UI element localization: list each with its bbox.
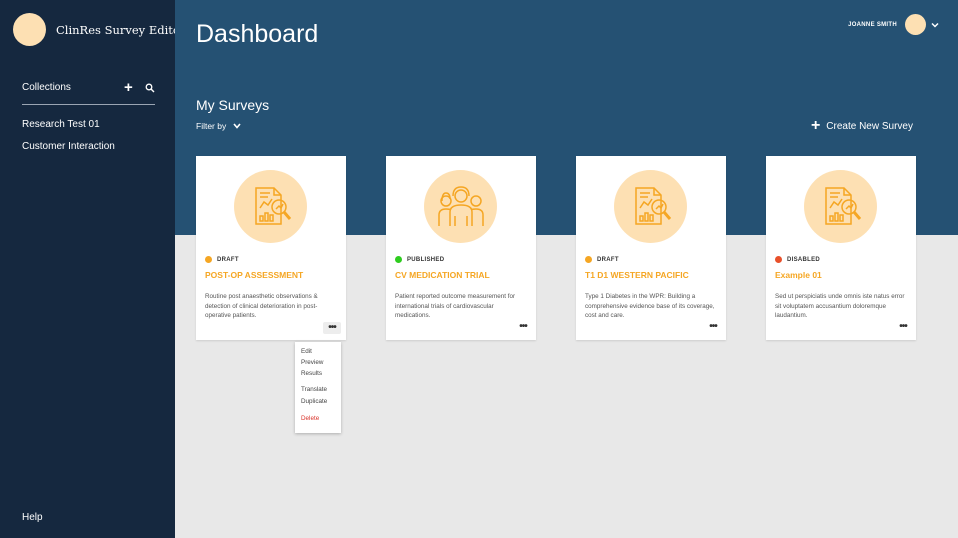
create-survey-button[interactable]: + Create New Survey	[810, 117, 913, 134]
status-dot	[205, 256, 212, 263]
card-more-button[interactable]: •••	[515, 322, 531, 332]
chevron-down-icon[interactable]	[931, 21, 939, 29]
app-name: ClinRes Survey Editor	[56, 22, 186, 37]
status-label: DISABLED	[787, 256, 821, 263]
collections-label: Collections	[22, 82, 71, 93]
page-title: Dashboard	[196, 20, 319, 48]
collections-header: Collections +	[22, 80, 155, 105]
survey-card[interactable]: DRAFT POST-OP ASSESSMENT Routine post an…	[196, 156, 346, 340]
more-horizontal-icon: •••	[519, 321, 527, 332]
status-dot	[775, 256, 782, 263]
survey-card[interactable]: PUBLISHED CV MEDICATION TRIAL Patient re…	[386, 156, 536, 340]
menu-item-translate[interactable]: Translate	[301, 386, 327, 393]
more-horizontal-icon: •••	[328, 322, 336, 333]
report-magnifier-icon	[234, 170, 307, 243]
app-logo[interactable]: ClinRes Survey Editor	[13, 13, 185, 46]
card-more-button[interactable]: •••	[705, 322, 721, 332]
card-title: Example 01	[775, 270, 822, 280]
status-badge: DRAFT	[205, 256, 239, 263]
card-title: CV MEDICATION TRIAL	[395, 270, 490, 280]
status-dot	[585, 256, 592, 263]
sidebar-item-customer-interaction[interactable]: Customer Interaction	[22, 141, 115, 152]
status-label: DRAFT	[217, 256, 239, 263]
survey-card[interactable]: DISABLED Example 01 Sed ut perspiciatis …	[766, 156, 916, 340]
card-more-button[interactable]: •••	[895, 322, 911, 332]
logo-icon	[13, 13, 46, 46]
status-badge: DISABLED	[775, 256, 820, 263]
status-badge: DRAFT	[585, 256, 619, 263]
people-group-icon	[424, 170, 497, 243]
filter-label: Filter by	[196, 121, 227, 131]
section-title: My Surveys	[196, 97, 270, 113]
card-description: Type 1 Diabetes in the WPR: Building a c…	[585, 293, 715, 319]
status-badge: PUBLISHED	[395, 256, 444, 263]
status-dot	[395, 256, 402, 263]
card-description: Sed ut perspiciatis unde omnis iste natu…	[775, 293, 905, 319]
card-title: T1 D1 WESTERN PACIFIC	[585, 270, 689, 280]
menu-item-preview[interactable]: Preview	[301, 359, 323, 366]
user-name: JOANNE SMITH	[848, 21, 897, 28]
report-magnifier-icon	[804, 170, 877, 243]
card-description: Routine post anaesthetic observations & …	[205, 293, 318, 319]
more-horizontal-icon: •••	[709, 321, 717, 332]
menu-item-delete[interactable]: Delete	[301, 415, 319, 422]
menu-item-duplicate[interactable]: Duplicate	[301, 398, 327, 405]
card-description: Patient reported outcome measurement for…	[395, 293, 516, 319]
avatar	[905, 14, 926, 35]
report-magnifier-icon	[614, 170, 687, 243]
plus-icon: +	[810, 117, 821, 134]
card-context-menu: Edit Preview Results Translate Duplicate…	[295, 342, 341, 433]
filter-dropdown[interactable]: Filter by	[196, 121, 241, 131]
user-menu[interactable]: JOANNE SMITH	[848, 14, 939, 35]
status-label: DRAFT	[597, 256, 619, 263]
menu-item-edit[interactable]: Edit	[301, 348, 312, 355]
more-horizontal-icon: •••	[899, 321, 907, 332]
status-label: PUBLISHED	[407, 256, 445, 263]
sidebar-item-research-test-01[interactable]: Research Test 01	[22, 119, 100, 130]
sidebar: ClinRes Survey Editor Collections + Rese…	[0, 0, 185, 538]
chevron-down-icon	[233, 123, 241, 129]
help-link[interactable]: Help	[22, 512, 43, 523]
add-collection-icon[interactable]: +	[124, 80, 133, 95]
create-survey-label: Create New Survey	[826, 120, 913, 132]
menu-item-results[interactable]: Results	[301, 370, 322, 377]
card-title: POST-OP ASSESSMENT	[205, 270, 304, 280]
card-more-button[interactable]: •••	[323, 322, 341, 334]
search-icon[interactable]	[145, 83, 155, 93]
survey-card[interactable]: DRAFT T1 D1 WESTERN PACIFIC Type 1 Diabe…	[576, 156, 726, 340]
